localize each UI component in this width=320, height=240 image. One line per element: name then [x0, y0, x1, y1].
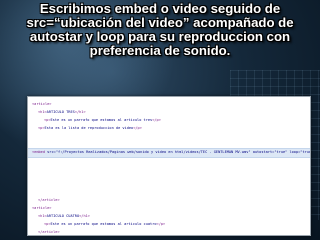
code-line: <article> [32, 100, 51, 108]
code-line: <h1>ARTICULO TRES</h1> [38, 108, 86, 116]
code-line: </article> [38, 196, 60, 204]
code-text: Esta es la lista de reproduccion de vide… [44, 126, 134, 130]
code-line: </article> [38, 228, 60, 235]
code-tag-open: <h1> [38, 110, 47, 114]
code-line: <p>Este es un parrafo que estamos al art… [44, 116, 161, 124]
code-text: Este es un parrafo que estamos al articu… [50, 222, 157, 226]
code-text: ARTICULO TRES [46, 110, 75, 114]
code-tag-close: </h1> [79, 214, 90, 218]
code-line: <embed src="f:/Proyectos Realizados/Pagi… [32, 148, 311, 156]
code-text: Este es un parrafo que estamos al articu… [50, 118, 153, 122]
code-tag-open: <h1> [38, 214, 47, 218]
slide-heading: Escribimos embed o video seguido de src=… [26, 1, 294, 58]
code-editor-screenshot: <article> <h1>ARTICULO TRES</h1> <p>Este e… [27, 96, 311, 236]
code-line: <p>Esta es la lista de reproduccion de v… [38, 124, 142, 132]
code-line: <article> [32, 204, 51, 212]
code-tag-open: <article> [32, 206, 52, 210]
code-tag-close: </p> [133, 126, 142, 130]
code-tag-open: <embed [32, 150, 45, 154]
code-line: <h1>ARTICULO CUATRO</h1> [38, 212, 90, 220]
code-tag-close: </p> [156, 222, 166, 226]
code-text: ARTICULO CUATRO [46, 214, 80, 218]
code-tag-open: </article> [38, 198, 60, 202]
code-tag-close: </p> [152, 118, 161, 122]
code-text: src="f:/Proyectos Realizados/Paginas web… [44, 150, 311, 154]
code-tag-close: </h1> [74, 110, 86, 114]
code-tag-open: <article> [32, 102, 52, 106]
code-line: <p>Este es un parrafo que estamos al art… [44, 220, 165, 228]
code-tag-open: </article> [38, 230, 60, 234]
